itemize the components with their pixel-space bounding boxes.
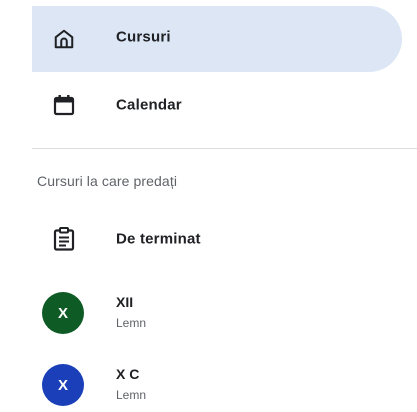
course-item-xii[interactable]: X XII Lemn (32, 280, 402, 352)
nav-item-de-terminat[interactable]: De terminat (32, 210, 402, 268)
nav-item-cursuri[interactable]: Cursuri (32, 6, 402, 72)
nav-item-calendar[interactable]: Calendar (32, 76, 402, 134)
navigation-drawer: Cursuri Calendar Cursuri la care predați… (0, 0, 417, 412)
course-name: XII (116, 294, 134, 310)
course-avatar: X (42, 292, 84, 334)
nav-item-label: Calendar (116, 96, 182, 114)
calendar-icon (52, 93, 76, 117)
clipboard-icon (52, 227, 76, 251)
nav-item-label: De terminat (116, 230, 201, 248)
divider (32, 148, 417, 149)
course-section: Lemn (116, 388, 147, 402)
course-section: Lemn (116, 316, 147, 330)
course-name: X C (116, 366, 140, 382)
nav-item-label: Cursuri (116, 28, 171, 46)
section-heading: Cursuri la care predați (37, 173, 178, 189)
home-icon (52, 27, 76, 51)
course-item-x-c[interactable]: X X C Lemn (32, 354, 402, 412)
course-avatar: X (42, 364, 84, 406)
